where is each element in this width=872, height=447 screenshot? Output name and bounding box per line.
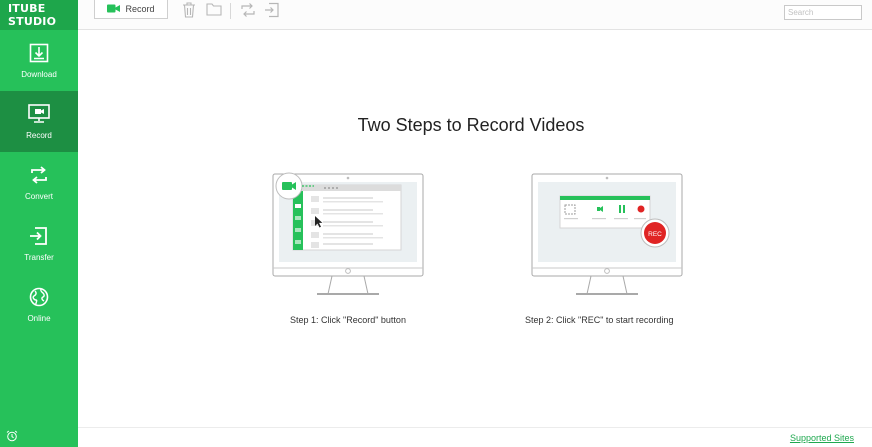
sidebar-item-convert[interactable]: Convert <box>0 152 78 213</box>
convert-icon <box>28 164 50 186</box>
sidebar-item-label: Transfer <box>24 253 54 262</box>
globe-icon <box>28 286 50 308</box>
step2-illustration: REC <box>530 172 686 298</box>
sidebar-item-label: Record <box>26 131 52 140</box>
record-button-label: Record <box>125 4 155 14</box>
toolbar: Record <box>78 0 872 30</box>
record-button[interactable]: Record <box>94 0 168 19</box>
alarm-clock-icon[interactable] <box>6 429 18 442</box>
app-window: ITUBE STUDIO Download Record Convert Tra… <box>0 0 872 447</box>
video-camera-icon <box>107 4 121 15</box>
toolbar-divider <box>230 3 231 19</box>
sidebar-item-label: Download <box>21 70 57 79</box>
sidebar-item-online[interactable]: Online <box>0 274 78 335</box>
folder-icon[interactable] <box>206 2 222 18</box>
sidebar-item-label: Convert <box>24 192 53 201</box>
status-bar: Supported Sites <box>78 427 872 447</box>
step2-caption: Step 2: Click "REC" to start recording <box>525 315 674 325</box>
search-input[interactable] <box>784 5 862 20</box>
rec-badge-label: REC <box>648 231 662 238</box>
download-icon <box>28 42 50 64</box>
supported-sites-link[interactable]: Supported Sites <box>790 433 854 443</box>
sidebar-item-label: Online <box>27 314 51 323</box>
record-monitor-icon <box>28 103 50 125</box>
step1-illustration <box>271 172 427 298</box>
transfer-icon <box>28 225 50 247</box>
main-content: Two Steps to Record Videos Step 1: Click… <box>78 31 872 427</box>
step1-caption: Step 1: Click "Record" button <box>290 315 406 325</box>
sidebar-item-download[interactable]: Download <box>0 30 78 91</box>
app-brand: ITUBE STUDIO <box>0 0 78 30</box>
import-icon[interactable] <box>264 2 280 18</box>
sidebar-item-record[interactable]: Record <box>0 91 78 152</box>
trash-icon[interactable] <box>182 2 198 18</box>
page-title: Two Steps to Record Videos <box>357 115 585 135</box>
sidebar-item-transfer[interactable]: Transfer <box>0 213 78 274</box>
repeat-icon[interactable] <box>240 2 256 18</box>
sidebar: ITUBE STUDIO Download Record Convert Tra… <box>0 0 78 447</box>
